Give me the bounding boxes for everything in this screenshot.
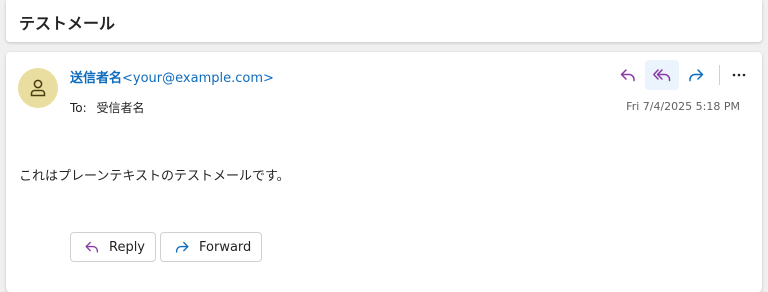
reply-icon [620,69,635,82]
forward-icon [173,238,191,256]
more-icon [732,73,746,77]
sender-name[interactable]: 送信者名 [70,71,122,86]
person-icon [30,79,46,97]
actions-divider [719,65,720,85]
forward-button[interactable]: Forward [160,232,262,262]
reply-icon [83,238,101,256]
reply-button[interactable]: Reply [70,232,156,262]
reply-all-icon-button[interactable] [645,60,679,90]
sender[interactable]: 送信者名<your@example.com> [70,67,274,86]
subject-header: テストメール [6,0,762,42]
reply-icon-button[interactable] [611,60,645,90]
message-body: これはプレーンテキストのテストメールです。 [19,169,290,184]
recipient-name[interactable]: 受信者名 [97,101,145,115]
sender-email[interactable]: <your@example.com> [122,71,274,86]
more-actions-button[interactable] [726,60,752,90]
reply-button-label: Reply [109,239,146,255]
reply-all-icon [653,69,671,82]
to-label: To: [70,101,87,115]
message-actions [611,60,752,90]
message-date: Fri 7/4/2025 5:18 PM [626,100,740,113]
forward-button-label: Forward [199,239,252,255]
forward-icon [689,69,704,82]
message-card: 送信者名<your@example.com> To: 受信者名 Fri 7/4/… [6,52,762,292]
email-subject: テストメール [19,14,116,33]
recipients: To: 受信者名 [70,99,145,116]
forward-icon-button[interactable] [679,60,713,90]
sender-avatar[interactable] [18,68,58,108]
